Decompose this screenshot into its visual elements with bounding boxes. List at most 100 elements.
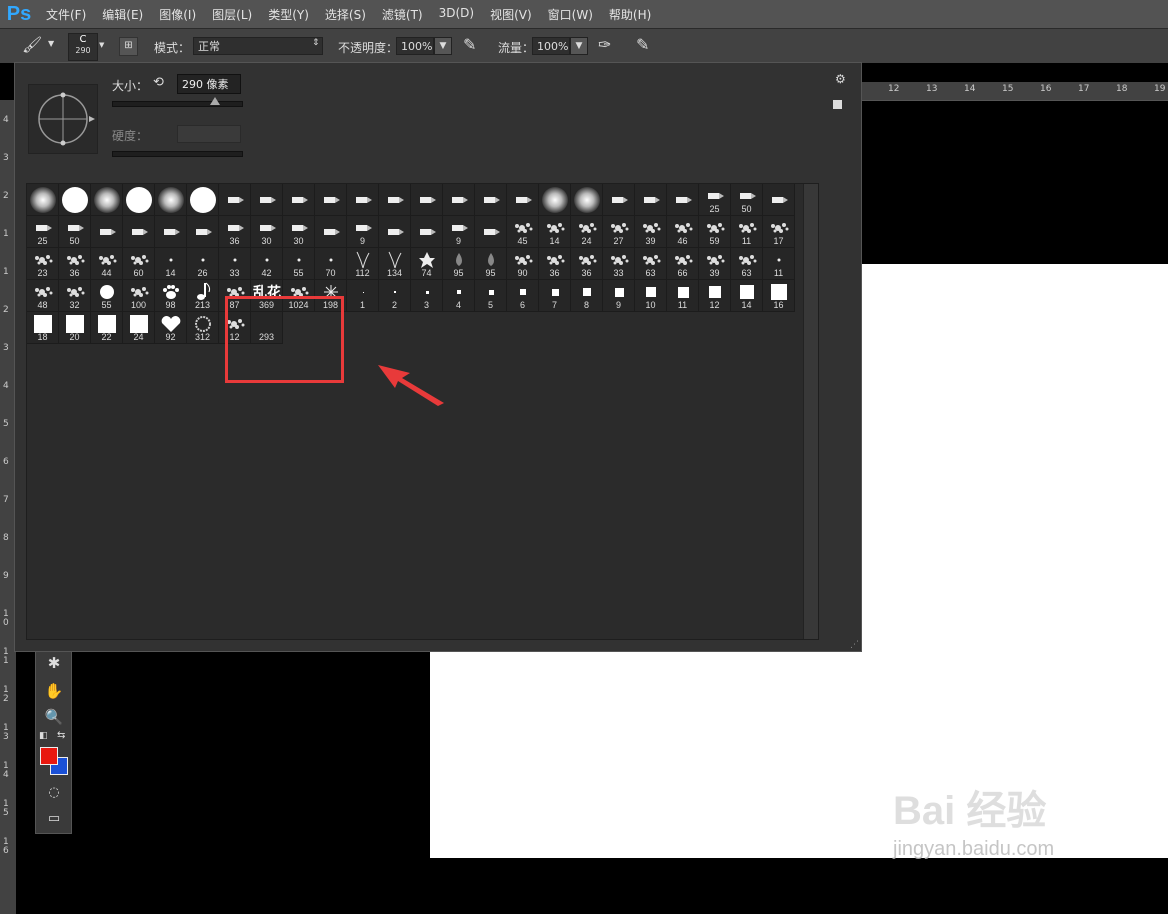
brush-preset-pen[interactable]	[475, 216, 507, 248]
brush-preset-texture[interactable]: 44	[91, 248, 123, 280]
brush-preset-soft-circle[interactable]	[91, 184, 123, 216]
brush-preset-pen[interactable]	[315, 184, 347, 216]
brush-preset-pen[interactable]: 25	[699, 184, 731, 216]
brush-preset-pen[interactable]: 50	[731, 184, 763, 216]
brush-preset-hard-circle[interactable]	[123, 184, 155, 216]
brush-preset-texture[interactable]: 11	[731, 216, 763, 248]
opacity-dropdown-icon[interactable]: ▼	[434, 37, 452, 55]
opacity-input[interactable]: 100%	[396, 37, 434, 55]
menu-item[interactable]: 编辑(E)	[102, 6, 143, 23]
reset-size-icon[interactable]: ⟲	[153, 75, 164, 90]
brush-preset-pen[interactable]: 9	[347, 216, 379, 248]
menu-item[interactable]: 类型(Y)	[268, 6, 309, 23]
brush-preset-pen[interactable]	[219, 184, 251, 216]
menu-item[interactable]: 文件(F)	[46, 6, 86, 23]
chevron-down-icon[interactable]: ▼	[99, 41, 104, 49]
size-slider-thumb[interactable]	[209, 97, 220, 105]
brush-preset-pen[interactable]: 30	[251, 216, 283, 248]
brush-preset-texture[interactable]: 33	[603, 248, 635, 280]
brush-preset-heart[interactable]: 92	[155, 312, 187, 344]
brush-panel-toggle-icon[interactable]: ⊞	[119, 37, 138, 56]
brush-preset-square[interactable]: 14	[731, 280, 763, 312]
brush-preset-soft-circle[interactable]	[571, 184, 603, 216]
brush-preset-pen[interactable]	[251, 184, 283, 216]
brush-preset-texture[interactable]: 24	[571, 216, 603, 248]
brush-preset-pen[interactable]	[379, 216, 411, 248]
brush-preset-ring[interactable]: 312	[187, 312, 219, 344]
menu-item[interactable]: 视图(V)	[490, 6, 532, 23]
brush-preset-pen[interactable]	[283, 184, 315, 216]
brush-preset-texture[interactable]: 32	[59, 280, 91, 312]
pressure-size-icon[interactable]: ✎	[636, 35, 649, 54]
brush-preset-texture[interactable]: 36	[539, 248, 571, 280]
brush-preset-texture[interactable]: 100	[123, 280, 155, 312]
new-preset-icon[interactable]	[833, 100, 842, 109]
brush-preset-pen[interactable]	[411, 184, 443, 216]
brush-preset-square[interactable]: 9	[603, 280, 635, 312]
brush-preset-dot[interactable]: 11	[763, 248, 795, 280]
brush-preset-square[interactable]: 4	[443, 280, 475, 312]
flow-dropdown-icon[interactable]: ▼	[570, 37, 588, 55]
mode-select[interactable]: 正常	[193, 37, 323, 55]
brush-preset-leaf[interactable]: 74	[411, 248, 443, 280]
brush-preset-pen[interactable]	[411, 216, 443, 248]
brush-preset-square[interactable]: 1	[347, 280, 379, 312]
brush-preset-pen[interactable]	[347, 184, 379, 216]
brush-preset-dot[interactable]: 42	[251, 248, 283, 280]
gear-icon[interactable]: ⚙	[835, 72, 846, 86]
menu-item[interactable]: 帮助(H)	[609, 6, 651, 23]
size-slider[interactable]	[112, 97, 243, 107]
brush-preset-texture[interactable]: 59	[699, 216, 731, 248]
brush-preset-texture[interactable]: 60	[123, 248, 155, 280]
default-colors-icon[interactable]: ◧	[39, 731, 48, 741]
brush-preset-pen[interactable]: 36	[219, 216, 251, 248]
brush-preset-drop[interactable]: 95	[443, 248, 475, 280]
brush-preset-hard-circle[interactable]: 55	[91, 280, 123, 312]
menu-item[interactable]: 图层(L)	[212, 6, 252, 23]
brush-preset-note[interactable]: 213	[187, 280, 219, 312]
menu-item[interactable]: 3D(D)	[439, 6, 474, 23]
hand-tool-icon[interactable]: ✋	[44, 681, 64, 701]
brush-preset-pen[interactable]	[123, 216, 155, 248]
brush-preset-square[interactable]: 12	[699, 280, 731, 312]
brush-preset-texture[interactable]: 36	[59, 248, 91, 280]
brush-angle-roundness-icon[interactable]	[29, 85, 97, 153]
brush-preset-dot[interactable]: 70	[315, 248, 347, 280]
pressure-opacity-icon[interactable]: ✎	[463, 35, 476, 54]
brush-preset-square[interactable]: 16	[763, 280, 795, 312]
brush-preset-pen[interactable]	[379, 184, 411, 216]
brush-preset-texture[interactable]: 17	[763, 216, 795, 248]
brush-preset-soft-circle[interactable]	[155, 184, 187, 216]
brush-preset-square[interactable]: 2	[379, 280, 411, 312]
brush-preset-soft-circle[interactable]	[539, 184, 571, 216]
brush-preset-square[interactable]: 3	[411, 280, 443, 312]
brush-preset-dot[interactable]: 33	[219, 248, 251, 280]
brush-preset-square[interactable]: 24	[123, 312, 155, 344]
size-input[interactable]: 290 像素	[177, 74, 241, 94]
brush-preset-pen[interactable]: 9	[443, 216, 475, 248]
brush-preset-texture[interactable]: 39	[699, 248, 731, 280]
brush-preset-square[interactable]: 6	[507, 280, 539, 312]
brush-preset-texture[interactable]: 90	[507, 248, 539, 280]
brush-preset-pen[interactable]	[187, 216, 219, 248]
brush-preset-pen[interactable]	[667, 184, 699, 216]
brush-preset-grass[interactable]: 112	[347, 248, 379, 280]
brush-preset-texture[interactable]: 63	[635, 248, 667, 280]
brush-preset-pen[interactable]: 50	[59, 216, 91, 248]
custom-shape-tool-icon[interactable]: ✱	[44, 653, 64, 673]
brush-preset-pen[interactable]: 30	[283, 216, 315, 248]
screen-mode-icon[interactable]: ▭	[44, 809, 64, 829]
brush-preset-square[interactable]: 5	[475, 280, 507, 312]
brush-preset-drop[interactable]: 95	[475, 248, 507, 280]
brush-preset-square[interactable]: 7	[539, 280, 571, 312]
scrollbar[interactable]	[803, 184, 818, 639]
menu-item[interactable]: 窗口(W)	[548, 6, 593, 23]
brush-preset-square[interactable]: 10	[635, 280, 667, 312]
brush-preset-pen[interactable]	[315, 216, 347, 248]
brush-preset-hard-circle[interactable]	[59, 184, 91, 216]
brush-preset-pen[interactable]	[443, 184, 475, 216]
brush-preset-grass[interactable]: 134	[379, 248, 411, 280]
brush-preset-dot[interactable]: 55	[283, 248, 315, 280]
brush-preset-square[interactable]: 20	[59, 312, 91, 344]
brush-preset-pen[interactable]	[507, 184, 539, 216]
